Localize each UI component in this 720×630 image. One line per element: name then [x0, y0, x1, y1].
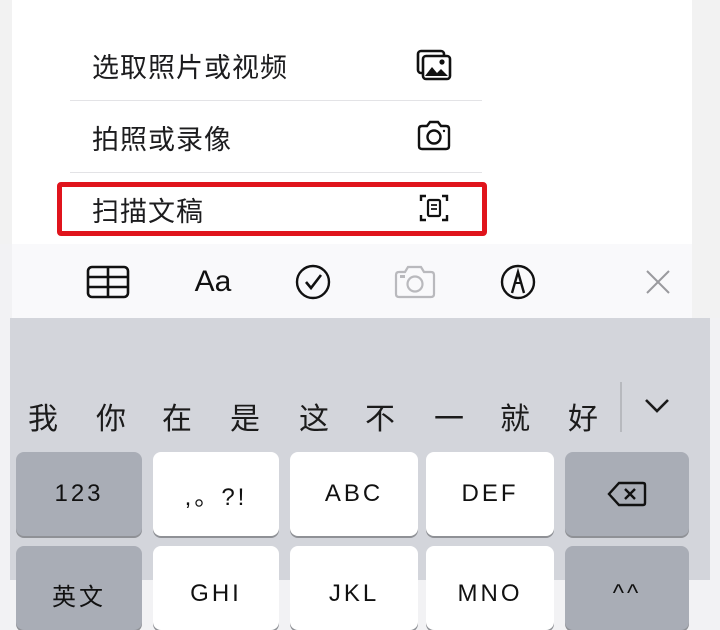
camera-icon: [394, 265, 436, 299]
def-key[interactable]: DEF: [426, 452, 554, 536]
mno-key[interactable]: MNO: [426, 546, 554, 630]
keyboard: [10, 318, 710, 580]
menu-item-choose-photo[interactable]: 选取照片或视频: [70, 28, 482, 101]
markup-pen-icon: [500, 264, 536, 300]
menu-item-take-photo[interactable]: 拍照或录像: [70, 100, 482, 173]
key-label: ,。?!: [184, 483, 248, 511]
format-button[interactable]: Aa: [189, 258, 237, 306]
camera-icon: [417, 120, 451, 151]
abc-key[interactable]: ABC: [290, 452, 418, 536]
format-label: Aa: [194, 265, 232, 298]
key-label: JKL: [328, 580, 380, 607]
key-label: MNO: [457, 580, 523, 607]
candidate-word[interactable]: 我: [28, 394, 58, 438]
toolbar-edge: [692, 244, 720, 318]
candidate-word[interactable]: 不: [365, 394, 395, 438]
case-key[interactable]: ^^: [565, 546, 689, 630]
menu-item-label: 选取照片或视频: [92, 53, 288, 84]
key-label: ABC: [324, 480, 384, 507]
numbers-key[interactable]: 123: [16, 452, 142, 536]
scan-document-highlight-box: [57, 182, 487, 236]
checklist-button[interactable]: [289, 258, 337, 306]
candidate-word[interactable]: 就: [500, 394, 530, 438]
language-key[interactable]: 英文: [16, 546, 142, 630]
close-toolbar-button[interactable]: [634, 258, 682, 306]
candidate-word[interactable]: 好: [568, 394, 598, 438]
ghi-key[interactable]: GHI: [153, 546, 279, 630]
key-label: DEF: [461, 480, 519, 507]
markup-button[interactable]: [494, 258, 542, 306]
candidate-bar: 我 你 在 是 这 不 一 就 好: [10, 368, 710, 448]
checkmark-circle-icon: [295, 264, 331, 300]
jkl-key[interactable]: JKL: [290, 546, 418, 630]
key-label: 123: [54, 480, 104, 507]
key-label: GHI: [190, 580, 242, 607]
candidate-word[interactable]: 一: [434, 394, 464, 438]
candidate-word[interactable]: 你: [96, 394, 126, 438]
chevron-down-icon[interactable]: [642, 394, 672, 418]
candidate-word[interactable]: 这: [299, 394, 329, 438]
delete-key[interactable]: [565, 452, 689, 536]
candidate-word[interactable]: 在: [162, 394, 192, 438]
punctuation-key[interactable]: ,。?!: [153, 452, 279, 536]
camera-button[interactable]: [391, 258, 439, 306]
key-label: ^^: [612, 580, 642, 607]
table-icon: [86, 265, 130, 299]
menu-item-label: 拍照或录像: [92, 125, 232, 156]
close-icon: [646, 270, 670, 294]
candidate-divider: [620, 382, 622, 432]
candidate-word[interactable]: 是: [230, 394, 260, 438]
table-button[interactable]: [84, 258, 132, 306]
backspace-icon: [607, 481, 647, 507]
key-label: 英文: [52, 582, 106, 611]
photo-library-icon: [416, 49, 452, 81]
notes-format-toolbar: Aa: [12, 244, 692, 319]
